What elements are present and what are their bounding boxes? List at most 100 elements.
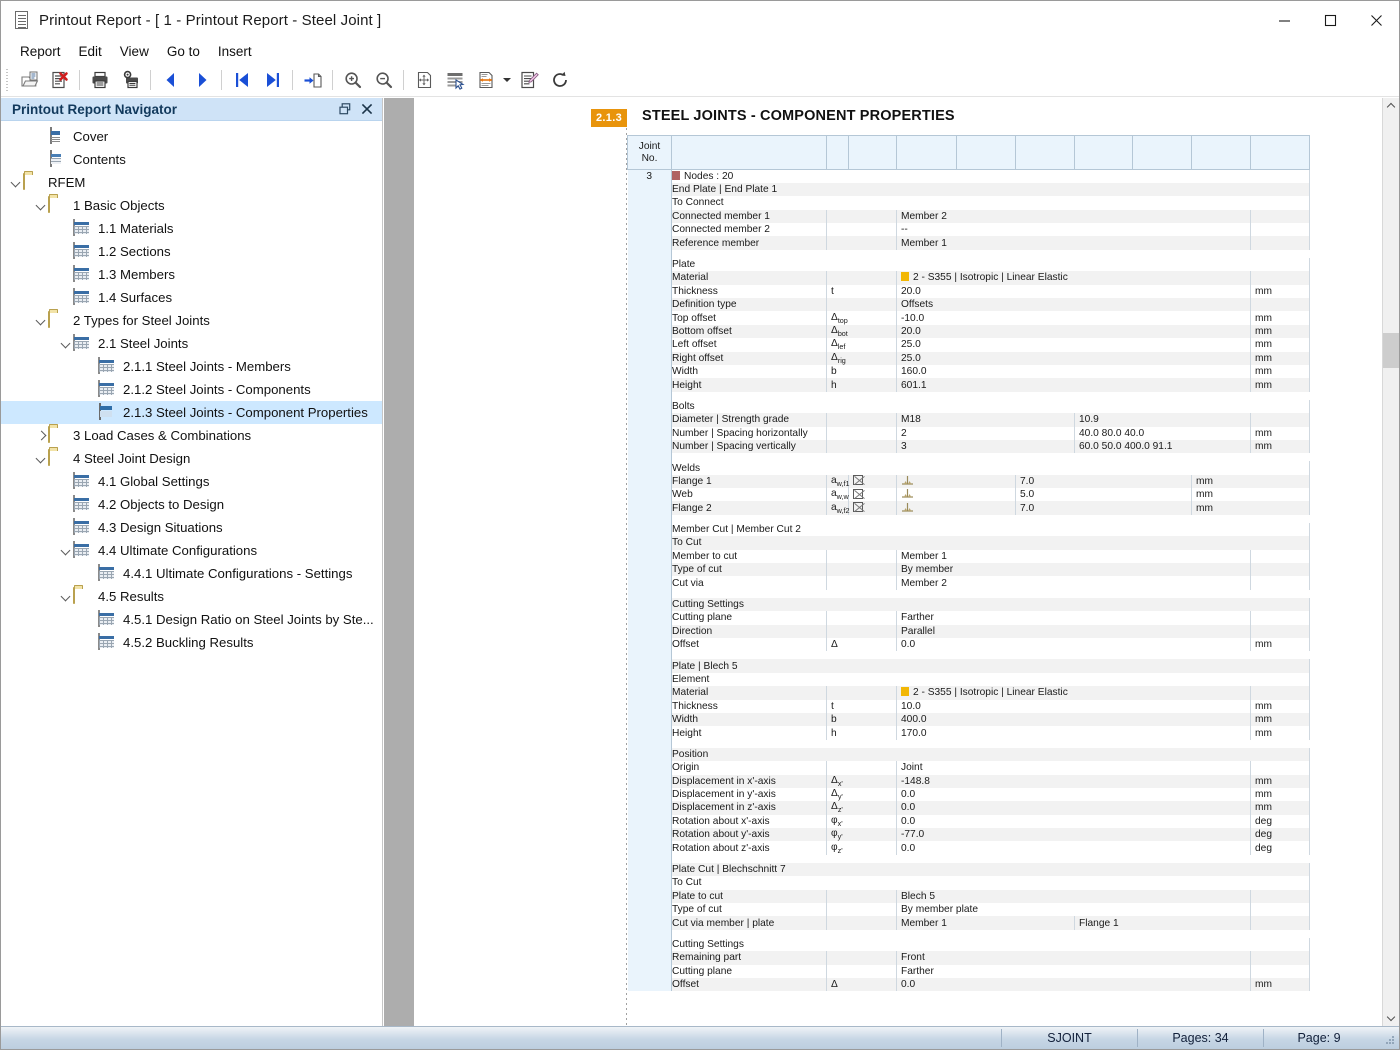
tree-item[interactable]: RFEM bbox=[1, 171, 382, 194]
unit-cell bbox=[1251, 298, 1310, 311]
tree-item[interactable]: 1.2 Sections bbox=[1, 240, 382, 263]
resize-grip[interactable] bbox=[1385, 1035, 1396, 1046]
tree-expander[interactable] bbox=[34, 194, 48, 217]
tree-item[interactable]: 4.5 Results bbox=[1, 585, 382, 608]
joint-no-cell bbox=[628, 536, 672, 549]
navigator-tree[interactable]: CoverContentsRFEM1 Basic Objects1.1 Mate… bbox=[1, 121, 382, 654]
toolbar-separator bbox=[292, 70, 293, 90]
print-icon[interactable] bbox=[84, 66, 115, 94]
group-label-cell: Cutting Settings bbox=[672, 938, 1310, 951]
close-button[interactable] bbox=[1353, 1, 1399, 39]
tree-item[interactable]: 1.1 Materials bbox=[1, 217, 382, 240]
scroll-up-arrow[interactable] bbox=[1383, 98, 1400, 115]
open-report-icon[interactable] bbox=[13, 66, 44, 94]
edit-report-icon[interactable] bbox=[513, 66, 544, 94]
joint-no-cell bbox=[628, 598, 672, 611]
tree-item[interactable]: 4.5.2 Buckling Results bbox=[1, 631, 382, 654]
close-icon[interactable] bbox=[356, 100, 378, 119]
tree-item[interactable]: 2.1.3 Steel Joints - Component Propertie… bbox=[1, 401, 382, 424]
print-settings-icon[interactable] bbox=[115, 66, 146, 94]
tree-expander[interactable] bbox=[59, 539, 73, 562]
document-view[interactable]: 2.1.3 STEEL JOINTS - COMPONENT PROPERTIE… bbox=[384, 98, 1400, 1026]
tree-item[interactable]: 4.4.1 Ultimate Configurations - Settings bbox=[1, 562, 382, 585]
menu-report[interactable]: Report bbox=[11, 41, 70, 62]
row-value: Farther bbox=[901, 966, 934, 977]
next-page-icon[interactable] bbox=[186, 66, 217, 94]
menu-edit[interactable]: Edit bbox=[70, 41, 111, 62]
tree-expander bbox=[84, 401, 98, 424]
toolbar-separator bbox=[332, 70, 333, 90]
joint-no-cell bbox=[628, 801, 672, 814]
tree-expander bbox=[84, 631, 98, 654]
row-value: -148.8 bbox=[901, 776, 930, 787]
joint-no-cell bbox=[628, 515, 672, 523]
zoom-out-icon[interactable] bbox=[368, 66, 399, 94]
tree-item[interactable]: 4.1 Global Settings bbox=[1, 470, 382, 493]
tree-expander[interactable] bbox=[59, 585, 73, 608]
first-page-icon[interactable] bbox=[226, 66, 257, 94]
value-cell: 0.0 bbox=[897, 841, 1251, 854]
minimize-button[interactable] bbox=[1261, 1, 1307, 39]
tree-item-label: 4.2 Objects to Design bbox=[98, 497, 224, 513]
zoom-in-icon[interactable] bbox=[337, 66, 368, 94]
tree-expander[interactable] bbox=[34, 447, 48, 470]
scroll-down-arrow[interactable] bbox=[1383, 1009, 1400, 1026]
row-value: 10.0 bbox=[901, 701, 921, 712]
menu-goto[interactable]: Go to bbox=[158, 41, 209, 62]
tree-item[interactable]: 2.1.1 Steel Joints - Members bbox=[1, 355, 382, 378]
group-label-cell: To Cut bbox=[672, 536, 1310, 549]
tree-item[interactable]: 2.1.2 Steel Joints - Components bbox=[1, 378, 382, 401]
scrollbar-thumb[interactable] bbox=[1383, 333, 1400, 368]
table-row: Element bbox=[628, 673, 1310, 686]
group-label-cell: Cutting Settings bbox=[672, 598, 1310, 611]
page-setup-icon[interactable] bbox=[470, 66, 501, 94]
tree-item[interactable]: 4.2 Objects to Design bbox=[1, 493, 382, 516]
value-cell: 10.0 bbox=[897, 700, 1251, 713]
unit-cell: mm bbox=[1251, 788, 1310, 801]
value-cell: -77.0 bbox=[897, 828, 1251, 841]
tree-item[interactable]: Cover bbox=[1, 125, 382, 148]
tree-expander[interactable] bbox=[34, 424, 48, 447]
tree-item[interactable]: 1.3 Members bbox=[1, 263, 382, 286]
row-label: Rotation about z'-axis bbox=[672, 843, 770, 854]
tree-item[interactable]: 3 Load Cases & Combinations bbox=[1, 424, 382, 447]
tree-item-label: 2.1.2 Steel Joints - Components bbox=[123, 382, 311, 398]
undock-icon[interactable] bbox=[334, 100, 356, 119]
joint-no-cell bbox=[628, 890, 672, 903]
toolbar-grip[interactable] bbox=[5, 69, 11, 91]
tree-item[interactable]: 4.3 Design Situations bbox=[1, 516, 382, 539]
tree-item[interactable]: Contents bbox=[1, 148, 382, 171]
last-page-icon[interactable] bbox=[257, 66, 288, 94]
previous-page-icon[interactable] bbox=[155, 66, 186, 94]
menu-insert[interactable]: Insert bbox=[209, 41, 261, 62]
tree-item[interactable]: 2 Types for Steel Joints bbox=[1, 309, 382, 332]
tree-expander bbox=[59, 217, 73, 240]
value-cell: -- bbox=[897, 223, 1251, 236]
joint-no-cell bbox=[628, 427, 672, 440]
select-block-icon[interactable] bbox=[439, 66, 470, 94]
tree-item[interactable]: 4.5.1 Design Ratio on Steel Joints by St… bbox=[1, 608, 382, 631]
joint-no-cell bbox=[628, 461, 672, 474]
go-to-page-icon[interactable] bbox=[297, 66, 328, 94]
vertical-scrollbar[interactable] bbox=[1382, 98, 1399, 1026]
fit-page-icon[interactable] bbox=[408, 66, 439, 94]
tree-expander[interactable] bbox=[59, 332, 73, 355]
refresh-icon[interactable] bbox=[544, 66, 575, 94]
tree-item[interactable]: 1 Basic Objects bbox=[1, 194, 382, 217]
value-cell: 601.1 bbox=[897, 378, 1251, 391]
delete-report-icon[interactable] bbox=[44, 66, 75, 94]
tree-item[interactable]: 4 Steel Joint Design bbox=[1, 447, 382, 470]
table-row: Cut via member | plateMember 1Flange 1 bbox=[628, 916, 1310, 929]
row-unit: mm bbox=[1255, 776, 1272, 787]
row-unit: mm bbox=[1196, 503, 1213, 514]
tree-item[interactable]: 2.1 Steel Joints bbox=[1, 332, 382, 355]
tree-expander[interactable] bbox=[34, 309, 48, 332]
tree-expander[interactable] bbox=[9, 171, 23, 194]
chevron-down-icon[interactable] bbox=[501, 66, 513, 94]
tree-item[interactable]: 4.4 Ultimate Configurations bbox=[1, 539, 382, 562]
row-label-cell: Plate to cut bbox=[672, 890, 827, 903]
table-spacer-row bbox=[628, 740, 1310, 748]
menu-view[interactable]: View bbox=[111, 41, 158, 62]
tree-item[interactable]: 1.4 Surfaces bbox=[1, 286, 382, 309]
maximize-button[interactable] bbox=[1307, 1, 1353, 39]
